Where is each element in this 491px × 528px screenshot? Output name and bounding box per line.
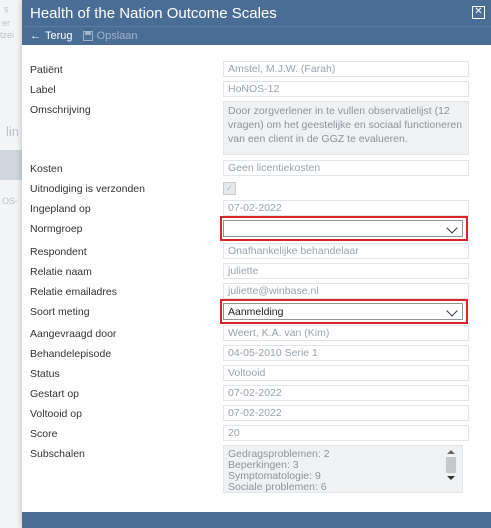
field-label: Kosten bbox=[30, 163, 63, 175]
save-label: Opslaan bbox=[96, 30, 138, 42]
respondent-field: Onafhankelijke behandelaar bbox=[223, 243, 469, 259]
scroll-down-icon[interactable] bbox=[447, 476, 455, 480]
voltooid-field: 07-02-2022 bbox=[223, 405, 469, 421]
ingepland-field: 07-02-2022 bbox=[223, 200, 469, 216]
field-label: Score bbox=[30, 428, 58, 440]
uitnodiging-checkbox[interactable]: ✓ bbox=[223, 182, 236, 195]
background-block bbox=[0, 150, 22, 180]
arrow-left-icon: ← bbox=[30, 30, 41, 42]
field-label: Patiënt bbox=[30, 64, 63, 76]
dialog-toolbar: ← Terug Opslaan bbox=[22, 26, 491, 45]
field-label: Uitnodiging is verzonden bbox=[30, 183, 145, 195]
omschrijving-field: Door zorgverlener in te vullen observati… bbox=[223, 101, 469, 155]
field-label: Relatie emailadres bbox=[30, 286, 117, 298]
dialog-footer bbox=[22, 512, 491, 528]
field-label: Aangevraagd door bbox=[30, 328, 117, 340]
list-item: Sociale problemen: 6 bbox=[228, 481, 327, 493]
background-fragment: s bbox=[4, 4, 9, 14]
behandelepisode-field: 04-05-2010 Serie 1 bbox=[223, 345, 469, 361]
aangevraagd-field: Weert, K.A. van (Kim) bbox=[223, 325, 469, 341]
relatie-email-field: juliette@winbase.nl bbox=[223, 283, 469, 299]
field-label: Omschrijving bbox=[30, 104, 91, 116]
subschalen-listbox[interactable]: Gedragsproblemen: 2 Beperkingen: 3 Sympt… bbox=[223, 445, 463, 493]
dialog-titlebar: Health of the Nation Outcome Scales ✕ bbox=[22, 0, 491, 26]
save-icon bbox=[82, 31, 93, 41]
field-label: Label bbox=[30, 84, 56, 96]
background-fragment: OS- bbox=[2, 196, 19, 206]
gestart-field: 07-02-2022 bbox=[223, 385, 469, 401]
highlight-box bbox=[220, 216, 468, 241]
back-button[interactable]: ← Terug bbox=[30, 30, 73, 42]
score-field: 20 bbox=[223, 425, 469, 441]
relatie-naam-field: juliette bbox=[223, 263, 469, 279]
label-field: HoNOS-12 bbox=[223, 81, 469, 97]
field-label: Normgroep bbox=[30, 223, 83, 235]
field-label: Behandelepisode bbox=[30, 348, 112, 360]
field-label: Ingepland op bbox=[30, 203, 91, 215]
background-fragment: lin bbox=[6, 124, 20, 139]
save-button[interactable]: Opslaan bbox=[82, 30, 138, 42]
status-field: Voltooid bbox=[223, 365, 469, 381]
close-icon[interactable]: ✕ bbox=[472, 6, 485, 19]
kosten-field: Geen licentiekosten bbox=[223, 160, 469, 176]
background-fragment: er bbox=[2, 18, 11, 28]
field-label: Soort meting bbox=[30, 306, 90, 318]
field-label: Voltooid op bbox=[30, 408, 82, 420]
honos-dialog: Health of the Nation Outcome Scales ✕ ← … bbox=[22, 0, 491, 528]
scrollbar[interactable] bbox=[446, 450, 456, 490]
dialog-title: Health of the Nation Outcome Scales bbox=[30, 4, 277, 22]
background-fragment: tzei bbox=[0, 30, 15, 40]
scroll-up-icon[interactable] bbox=[447, 450, 455, 454]
scroll-thumb[interactable] bbox=[446, 457, 456, 473]
field-label: Gestart op bbox=[30, 388, 80, 400]
form-content: Patiënt Amstel, M.J.W. (Farah) Label HoN… bbox=[22, 45, 491, 507]
field-label: Relatie naam bbox=[30, 266, 92, 278]
field-label: Respondent bbox=[30, 246, 87, 258]
field-label: Status bbox=[30, 368, 60, 380]
patient-field: Amstel, M.J.W. (Farah) bbox=[223, 61, 469, 77]
field-label: Subschalen bbox=[30, 448, 85, 460]
highlight-box bbox=[220, 299, 468, 324]
back-label: Terug bbox=[45, 30, 73, 42]
